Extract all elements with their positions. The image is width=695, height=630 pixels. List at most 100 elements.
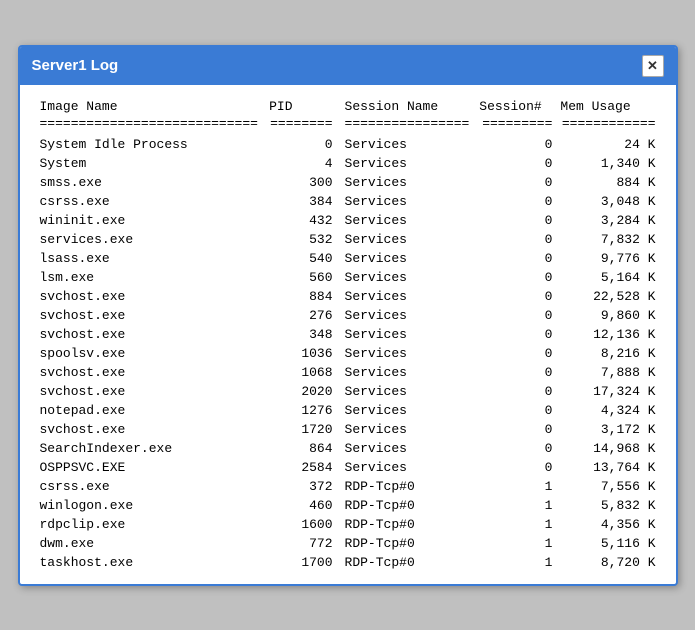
sep-pid: ======== <box>265 116 336 135</box>
cell-session-num: 0 <box>475 382 556 401</box>
cell-mem-usage: 4,324 K <box>556 401 659 420</box>
cell-session-name: Services <box>337 135 476 154</box>
cell-session-name: Services <box>337 382 476 401</box>
header-image-name: Image Name <box>36 97 266 116</box>
cell-pid: 1276 <box>265 401 336 420</box>
cell-session-num: 0 <box>475 192 556 211</box>
table-row: notepad.exe1276Services04,324 K <box>36 401 660 420</box>
cell-image-name: svchost.exe <box>36 363 266 382</box>
cell-pid: 1036 <box>265 344 336 363</box>
cell-session-name: RDP-Tcp#0 <box>337 477 476 496</box>
table-row: svchost.exe884Services022,528 K <box>36 287 660 306</box>
separator-row: ============================ ======== ==… <box>36 116 660 135</box>
table-row: services.exe532Services07,832 K <box>36 230 660 249</box>
header-pid: PID <box>265 97 336 116</box>
cell-session-name: RDP-Tcp#0 <box>337 534 476 553</box>
process-table: Image Name PID Session Name Session# Mem… <box>36 97 660 572</box>
cell-pid: 1720 <box>265 420 336 439</box>
cell-mem-usage: 7,888 K <box>556 363 659 382</box>
cell-image-name: csrss.exe <box>36 192 266 211</box>
cell-pid: 4 <box>265 154 336 173</box>
cell-pid: 1700 <box>265 553 336 572</box>
cell-pid: 864 <box>265 439 336 458</box>
cell-mem-usage: 14,968 K <box>556 439 659 458</box>
cell-mem-usage: 5,164 K <box>556 268 659 287</box>
cell-mem-usage: 3,172 K <box>556 420 659 439</box>
cell-pid: 1068 <box>265 363 336 382</box>
table-row: SearchIndexer.exe864Services014,968 K <box>36 439 660 458</box>
window-title: Server1 Log <box>32 57 119 74</box>
cell-mem-usage: 24 K <box>556 135 659 154</box>
cell-pid: 276 <box>265 306 336 325</box>
table-row: wininit.exe432Services03,284 K <box>36 211 660 230</box>
cell-session-num: 0 <box>475 268 556 287</box>
cell-pid: 384 <box>265 192 336 211</box>
cell-session-name: Services <box>337 154 476 173</box>
table-row: csrss.exe384Services03,048 K <box>36 192 660 211</box>
cell-mem-usage: 9,776 K <box>556 249 659 268</box>
table-row: svchost.exe1068Services07,888 K <box>36 363 660 382</box>
cell-mem-usage: 22,528 K <box>556 287 659 306</box>
cell-image-name: lsass.exe <box>36 249 266 268</box>
cell-session-num: 0 <box>475 211 556 230</box>
cell-pid: 532 <box>265 230 336 249</box>
title-bar: Server1 Log ✕ <box>20 47 676 85</box>
cell-session-num: 0 <box>475 401 556 420</box>
cell-pid: 2584 <box>265 458 336 477</box>
table-row: dwm.exe772RDP-Tcp#015,116 K <box>36 534 660 553</box>
cell-image-name: smss.exe <box>36 173 266 192</box>
close-button[interactable]: ✕ <box>642 55 664 77</box>
header-session-name: Session Name <box>337 97 476 116</box>
header-mem-usage: Mem Usage <box>556 97 659 116</box>
header-session-num: Session# <box>475 97 556 116</box>
cell-mem-usage: 7,556 K <box>556 477 659 496</box>
cell-mem-usage: 3,284 K <box>556 211 659 230</box>
main-window: Server1 Log ✕ Image Name PID Session Nam… <box>18 45 678 586</box>
cell-pid: 560 <box>265 268 336 287</box>
cell-image-name: winlogon.exe <box>36 496 266 515</box>
cell-mem-usage: 5,832 K <box>556 496 659 515</box>
cell-session-num: 0 <box>475 135 556 154</box>
cell-session-num: 0 <box>475 420 556 439</box>
cell-image-name: OSPPSVC.EXE <box>36 458 266 477</box>
cell-session-name: Services <box>337 458 476 477</box>
cell-image-name: svchost.exe <box>36 287 266 306</box>
sep-mem: ============ <box>556 116 659 135</box>
table-row: rdpclip.exe1600RDP-Tcp#014,356 K <box>36 515 660 534</box>
cell-session-name: Services <box>337 173 476 192</box>
cell-session-name: Services <box>337 230 476 249</box>
cell-session-name: Services <box>337 420 476 439</box>
table-row: taskhost.exe1700RDP-Tcp#018,720 K <box>36 553 660 572</box>
table-row: lsm.exe560Services05,164 K <box>36 268 660 287</box>
cell-mem-usage: 5,116 K <box>556 534 659 553</box>
cell-image-name: svchost.exe <box>36 420 266 439</box>
cell-session-num: 1 <box>475 515 556 534</box>
cell-session-num: 0 <box>475 154 556 173</box>
cell-session-num: 0 <box>475 249 556 268</box>
cell-session-num: 0 <box>475 173 556 192</box>
cell-mem-usage: 13,764 K <box>556 458 659 477</box>
cell-session-num: 0 <box>475 344 556 363</box>
cell-image-name: wininit.exe <box>36 211 266 230</box>
cell-image-name: rdpclip.exe <box>36 515 266 534</box>
cell-session-num: 1 <box>475 496 556 515</box>
cell-session-name: Services <box>337 211 476 230</box>
cell-session-num: 0 <box>475 439 556 458</box>
table-row: OSPPSVC.EXE2584Services013,764 K <box>36 458 660 477</box>
cell-session-name: Services <box>337 401 476 420</box>
cell-mem-usage: 8,216 K <box>556 344 659 363</box>
cell-image-name: dwm.exe <box>36 534 266 553</box>
cell-session-name: Services <box>337 287 476 306</box>
cell-mem-usage: 12,136 K <box>556 325 659 344</box>
cell-session-name: RDP-Tcp#0 <box>337 515 476 534</box>
cell-pid: 300 <box>265 173 336 192</box>
cell-image-name: System <box>36 154 266 173</box>
cell-session-name: Services <box>337 325 476 344</box>
cell-image-name: svchost.exe <box>36 306 266 325</box>
cell-pid: 884 <box>265 287 336 306</box>
cell-session-num: 0 <box>475 325 556 344</box>
sep-image: ============================ <box>36 116 266 135</box>
cell-session-name: Services <box>337 192 476 211</box>
cell-image-name: svchost.exe <box>36 382 266 401</box>
cell-session-name: Services <box>337 249 476 268</box>
